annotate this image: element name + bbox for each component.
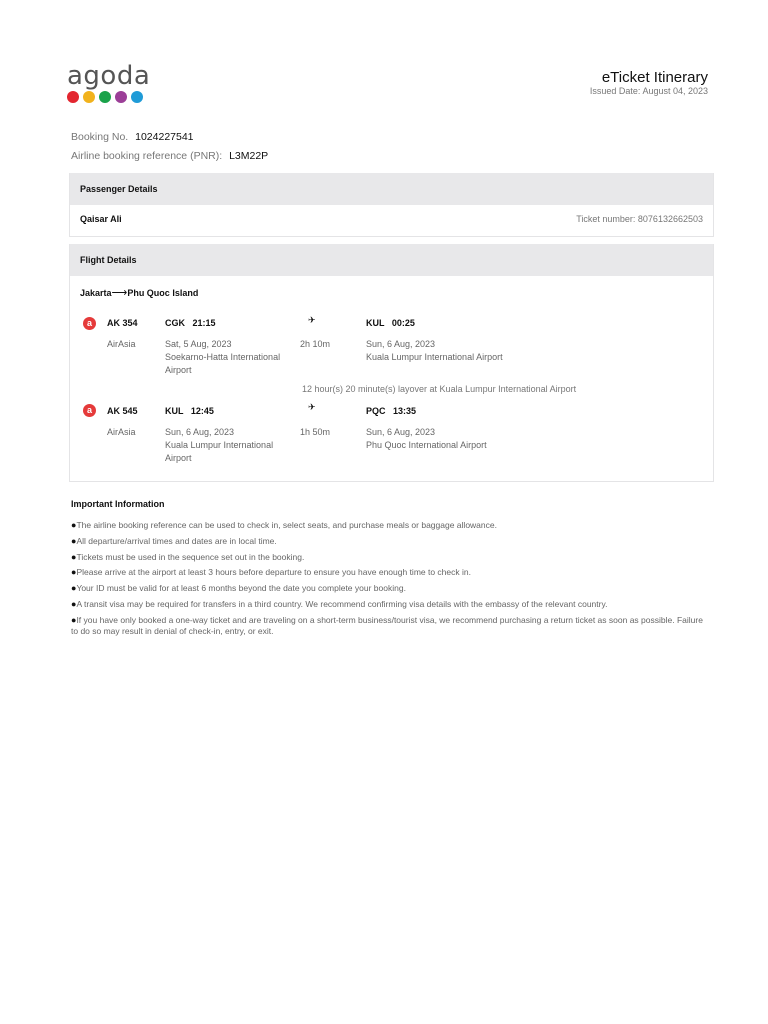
flight-leg: a AK 545 AirAsia KUL 12:45 Sun, 6 Aug, 2… <box>70 402 715 474</box>
flight-section: Flight Details Jakarta⟶Phu Quoc Island a… <box>69 244 714 482</box>
booking-number: 1024227541 <box>135 131 194 143</box>
booking-number-label: Booking No. <box>71 131 129 143</box>
document-header: eTicket Itinerary Issued Date: August 04… <box>590 69 708 96</box>
airline-name: AirAsia <box>107 339 136 349</box>
logo-dot-yellow <box>83 91 95 103</box>
agoda-logo: agoda <box>67 61 151 103</box>
info-title: Important Information <box>71 499 165 509</box>
logo-dot-green <box>99 91 111 103</box>
info-item: ●Please arrive at the airport at least 3… <box>71 567 711 578</box>
info-item: ●Tickets must be used in the sequence se… <box>71 552 711 563</box>
info-item-text: Your ID must be valid for at least 6 mon… <box>76 583 406 594</box>
airasia-icon: a <box>83 317 96 330</box>
passenger-name: Qaisar Ali <box>80 214 122 224</box>
passenger-section-heading: Passenger Details <box>70 173 713 205</box>
info-item: ●The airline booking reference can be us… <box>71 520 711 531</box>
arrival-date: Sun, 6 Aug, 2023 <box>366 427 436 437</box>
logo-dot-blue <box>131 91 143 103</box>
arrival-code-time: PQC 13:35 <box>366 406 417 416</box>
flight-section-heading: Flight Details <box>70 244 713 276</box>
plane-icon: ✈ <box>308 315 316 325</box>
info-item-text: The airline booking reference can be use… <box>76 520 497 530</box>
info-item: ●All departure/arrival times and dates a… <box>71 536 711 547</box>
departure-code-time: KUL 12:45 <box>165 406 214 416</box>
arrival-date: Sun, 6 Aug, 2023 <box>366 339 436 349</box>
airline-name: AirAsia <box>107 427 136 437</box>
departure-date: Sun, 6 Aug, 2023 <box>165 427 235 437</box>
route-origin: Jakarta <box>80 288 112 298</box>
layover-note: 12 hour(s) 20 minute(s) layover at Kuala… <box>302 384 577 394</box>
passenger-row: Qaisar Ali Ticket number: 8076132662503 <box>70 205 713 236</box>
info-item: ●If you have only booked a one-way ticke… <box>71 615 711 637</box>
arrival-code-time: KUL 00:25 <box>366 318 415 328</box>
route-arrow-icon: ⟶ <box>111 287 128 299</box>
important-information: Important Information ●The airline booki… <box>71 499 711 642</box>
info-item-text: Please arrive at the airport at least 3 … <box>76 567 471 578</box>
logo-wordmark: agoda <box>67 61 151 91</box>
flight-number: AK 545 <box>107 406 138 416</box>
logo-dot-purple <box>115 91 127 103</box>
ticket-number: Ticket number: 8076132662503 <box>576 214 703 224</box>
logo-dot-red <box>67 91 79 103</box>
info-item-text: A transit visa may be required for trans… <box>76 598 608 609</box>
flight-duration: 1h 50m <box>300 427 331 437</box>
passenger-section: Passenger Details Qaisar Ali Ticket numb… <box>69 173 714 237</box>
flight-number: AK 354 <box>107 318 138 328</box>
route: Jakarta⟶Phu Quoc Island <box>80 286 198 299</box>
flight-duration: 2h 10m <box>300 339 331 349</box>
page-title: eTicket Itinerary <box>601 69 708 86</box>
info-item: ●Your ID must be valid for at least 6 mo… <box>71 583 711 594</box>
arrival-airport: Kuala Lumpur International Airport <box>366 352 503 362</box>
info-item-text: Tickets must be used in the sequence set… <box>76 551 305 562</box>
pnr-label: Airline booking reference (PNR): <box>71 150 223 162</box>
arrival-airport: Phu Quoc International Airport <box>366 440 487 450</box>
departure-airport: Kuala Lumpur International Airport <box>165 440 274 463</box>
flight-leg: a AK 354 AirAsia CGK 21:15 Sat, 5 Aug, 2… <box>70 315 715 386</box>
logo-dots <box>67 91 149 103</box>
departure-date: Sat, 5 Aug, 2023 <box>165 339 232 349</box>
info-item: ●A transit visa may be required for tran… <box>71 599 711 610</box>
airasia-icon: a <box>83 404 96 417</box>
info-item-text: All departure/arrival times and dates ar… <box>76 535 277 546</box>
issued-date: Issued Date: August 04, 2023 <box>589 86 708 96</box>
booking-info: Booking No. 1024227541 Airline booking r… <box>71 131 268 169</box>
pnr-value: L3M22P <box>229 150 269 162</box>
info-item-text: If you have only booked a one-way ticket… <box>71 614 703 636</box>
plane-icon: ✈ <box>308 402 316 412</box>
departure-airport: Soekarno-Hatta International Airport <box>165 352 281 375</box>
departure-code-time: CGK 21:15 <box>165 318 216 328</box>
route-destination: Phu Quoc Island <box>127 288 199 298</box>
